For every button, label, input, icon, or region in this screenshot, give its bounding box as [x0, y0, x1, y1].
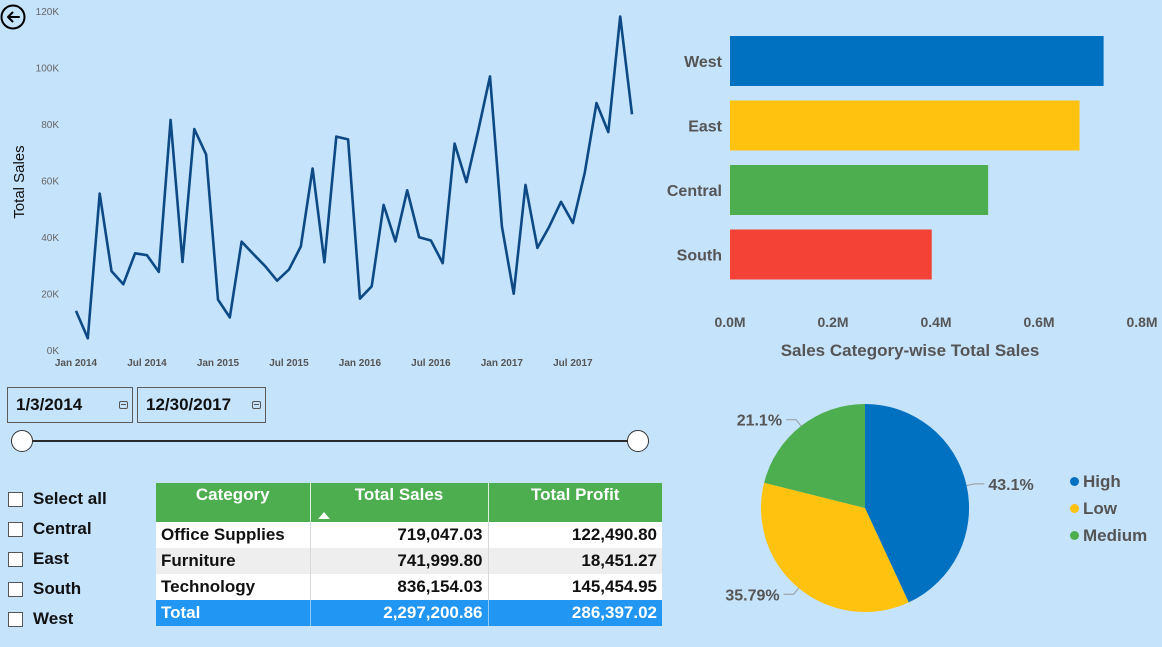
checkbox[interactable]	[8, 551, 23, 567]
category-summary-table: Category Total Sales Total Profit Office…	[156, 483, 662, 626]
date-range-start-handle[interactable]	[11, 430, 33, 452]
pie-data-label: 43.1%	[988, 477, 1033, 494]
y-tick-label: 100K	[36, 64, 60, 75]
legend-item-low[interactable]: Low	[1070, 495, 1147, 522]
bar-central[interactable]	[730, 165, 989, 215]
option-label: Central	[33, 519, 92, 538]
start-date-value: 1/3/2014	[16, 395, 83, 414]
y-axis-title: Total Sales	[11, 145, 28, 218]
option-label: West	[33, 609, 74, 628]
data-label-leader	[786, 419, 802, 427]
y-tick-label: 20K	[41, 290, 59, 301]
legend-label: Low	[1083, 498, 1117, 518]
date-range-slider-track[interactable]	[22, 440, 638, 442]
x-tick-label: 0.4M	[920, 314, 951, 330]
pie-data-label: 21.1%	[737, 413, 782, 430]
x-tick-label: Jul 2017	[553, 358, 593, 369]
cell-total-sales: 719,047.03	[309, 522, 488, 548]
sales-line-series	[74, 15, 634, 340]
cell-total-profit: 122,490.80	[487, 522, 662, 548]
region-option-east[interactable]: East	[8, 544, 107, 574]
table-row: Technology 836,154.03 145,454.95	[156, 574, 662, 600]
x-tick-label: Jul 2014	[127, 358, 167, 369]
x-tick-label: Jan 2014	[55, 358, 98, 369]
cell-total-sales: 836,154.03	[309, 574, 488, 600]
region-option-central[interactable]: Central	[8, 514, 107, 544]
category-label: West	[684, 54, 723, 71]
y-tick-label: 60K	[41, 177, 59, 188]
calendar-icon[interactable]	[252, 401, 261, 409]
region-option-select-all[interactable]: Select all	[8, 484, 107, 514]
column-header-total-sales[interactable]: Total Sales	[310, 483, 489, 522]
y-tick-label: 40K	[41, 233, 59, 244]
x-tick-label: Jul 2015	[269, 358, 309, 369]
priority-pie-chart: 43.1% 35.79% 21.1%	[725, 403, 1034, 613]
y-tick-label: 120K	[36, 7, 60, 18]
option-label: East	[33, 549, 69, 568]
cell-total-profit: 145,454.95	[487, 574, 662, 600]
bar-south[interactable]	[730, 229, 932, 280]
column-header-category[interactable]: Category	[156, 483, 311, 522]
option-label: Select all	[33, 489, 107, 508]
sales-over-time-line-chart: Total Sales 0K 20K 40K 60K 80K 100K 120K Jan 2…	[11, 7, 634, 369]
end-date-input[interactable]: 12/30/2017	[137, 387, 266, 423]
bar-chart-title: Sales Category-wise Total Sales	[781, 341, 1040, 360]
x-tick-label: Jan 2016	[339, 358, 382, 369]
checkbox[interactable]	[8, 581, 23, 597]
x-tick-label: 0.8M	[1126, 314, 1157, 330]
pie-legend: High Low Medium	[1070, 468, 1147, 549]
table-header-row: Category Total Sales Total Profit	[156, 483, 662, 522]
x-tick-label: 0.0M	[714, 314, 745, 330]
legend-label: Medium	[1083, 525, 1148, 545]
cell-category: Technology	[156, 574, 310, 600]
sort-ascending-icon	[317, 512, 330, 519]
y-tick-label: 80K	[41, 120, 59, 131]
region-sales-bar-chart: West East Central South 0.0M 0.2M 0.4M 0.6M 0.8…	[667, 36, 1158, 360]
cell-total-sales: 2,297,200.86	[309, 600, 488, 626]
checkbox[interactable]	[8, 491, 23, 507]
column-header-total-profit[interactable]: Total Profit	[488, 483, 662, 522]
x-tick-label: 0.6M	[1023, 314, 1054, 330]
option-label: South	[33, 579, 82, 598]
table-total-row: Total 2,297,200.86 286,397.02	[156, 600, 662, 626]
cell-category: Furniture	[156, 548, 310, 574]
table-row: Office Supplies 719,047.03 122,490.80	[156, 522, 662, 548]
cell-total-profit: 18,451.27	[487, 548, 662, 574]
pie-data-label: 35.79%	[725, 587, 779, 604]
checkbox[interactable]	[8, 521, 23, 537]
region-filter-list: Select all Central East South West	[8, 484, 107, 634]
x-tick-label: 0.2M	[817, 314, 848, 330]
y-tick-label: 0K	[47, 346, 60, 357]
bar-west[interactable]	[730, 36, 1104, 86]
x-tick-label: Jan 2015	[197, 358, 240, 369]
data-label-leader	[966, 483, 985, 487]
x-tick-label: Jan 2017	[481, 358, 524, 369]
checkbox[interactable]	[8, 611, 23, 627]
legend-item-high[interactable]: High	[1070, 468, 1147, 495]
x-tick-label: Jul 2016	[411, 358, 451, 369]
category-label: South	[677, 248, 722, 265]
table-row: Furniture 741,999.80 18,451.27	[156, 548, 662, 574]
legend-marker	[1070, 504, 1079, 513]
legend-label: High	[1083, 471, 1121, 491]
cell-category: Office Supplies	[156, 522, 310, 548]
column-header-label: Total Sales	[354, 485, 444, 504]
legend-marker	[1070, 531, 1079, 540]
cell-total-sales: 741,999.80	[309, 548, 488, 574]
cell-total-profit: 286,397.02	[487, 600, 662, 626]
cell-total-label: Total	[156, 600, 310, 626]
category-label: East	[688, 119, 722, 136]
data-label-leader	[783, 587, 800, 595]
calendar-icon[interactable]	[119, 401, 128, 409]
bar-east[interactable]	[730, 100, 1080, 151]
legend-marker	[1070, 477, 1079, 486]
start-date-input[interactable]: 1/3/2014	[7, 387, 133, 423]
date-range-end-handle[interactable]	[627, 430, 649, 452]
region-option-south[interactable]: South	[8, 574, 107, 604]
region-option-west[interactable]: West	[8, 604, 107, 634]
end-date-value: 12/30/2017	[146, 395, 232, 414]
legend-item-medium[interactable]: Medium	[1070, 522, 1147, 549]
category-label: Central	[667, 183, 722, 200]
